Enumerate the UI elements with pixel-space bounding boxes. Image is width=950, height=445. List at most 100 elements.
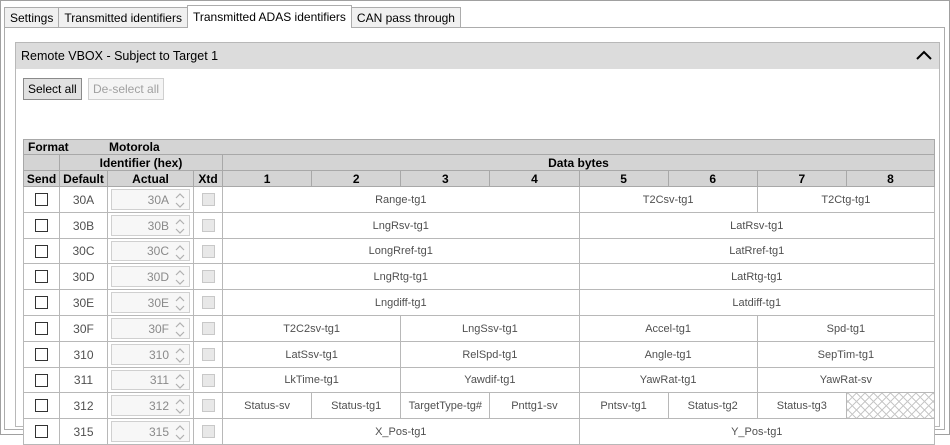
signal-cell[interactable]: Lngdiff-tg1 — [223, 290, 580, 316]
actual-id-cell: 30A — [108, 187, 194, 213]
spinner-arrows-icon[interactable] — [174, 321, 186, 338]
actual-id-spinner[interactable]: 315 — [111, 421, 190, 442]
spinner-arrows-icon[interactable] — [174, 192, 186, 209]
actual-id-spinner[interactable]: 30C — [111, 241, 190, 261]
default-id-cell: 30F — [60, 316, 108, 342]
send-checkbox[interactable] — [35, 425, 48, 438]
actual-id-spinner[interactable]: 30A — [111, 189, 190, 210]
select-all-button[interactable]: Select all — [23, 78, 82, 100]
actual-id-value: 30E — [147, 295, 169, 310]
actual-id-spinner[interactable]: 30E — [111, 292, 190, 313]
signal-cell[interactable]: YawRat-tg1 — [579, 368, 758, 393]
send-checkbox[interactable] — [35, 193, 48, 206]
xtd-checkbox[interactable] — [201, 399, 215, 412]
signal-cell[interactable]: Pntsv-tg1 — [579, 393, 669, 419]
signal-cell[interactable]: T2Csv-tg1 — [579, 187, 758, 213]
actual-id-spinner[interactable]: 30B — [111, 215, 190, 236]
signal-cell[interactable]: LongRref-tg1 — [223, 239, 580, 264]
signal-cell[interactable]: LngRsv-tg1 — [223, 213, 580, 239]
signal-cell[interactable]: SepTim-tg1 — [757, 342, 935, 368]
send-checkbox[interactable] — [35, 322, 48, 335]
xtd-cell — [194, 316, 223, 342]
signal-cell[interactable]: Yawdif-tg1 — [401, 368, 580, 393]
xtd-checkbox[interactable] — [201, 270, 215, 283]
xtd-checkbox[interactable] — [201, 219, 215, 232]
signal-cell[interactable]: Status-tg3 — [757, 393, 847, 419]
send-column-header: Send — [23, 171, 60, 187]
xtd-checkbox[interactable] — [201, 244, 215, 258]
spinner-arrows-icon[interactable] — [174, 347, 186, 364]
xtd-checkbox[interactable] — [201, 348, 215, 361]
spinner-arrows-icon[interactable] — [174, 244, 186, 261]
actual-id-spinner[interactable]: 30D — [111, 266, 190, 287]
signal-cell[interactable]: X_Pos-tg1 — [223, 419, 580, 445]
actual-id-cell: 30D — [108, 264, 194, 290]
signal-cell[interactable]: Status-tg2 — [668, 393, 758, 419]
signal-cell[interactable]: Status-tg1 — [312, 393, 402, 419]
send-cell — [23, 264, 60, 290]
xtd-checkbox[interactable] — [201, 373, 215, 387]
spinner-arrows-icon[interactable] — [174, 424, 186, 441]
signal-cell[interactable]: LatSsv-tg1 — [223, 342, 402, 368]
send-checkbox[interactable] — [35, 270, 48, 283]
byte-column-header-5: 5 — [579, 171, 669, 187]
tab-can-pass-through[interactable]: CAN pass through — [350, 7, 461, 28]
send-cell — [23, 342, 60, 368]
signal-cell[interactable]: LkTime-tg1 — [223, 368, 402, 393]
xtd-checkbox[interactable] — [201, 296, 215, 309]
signal-cell[interactable]: Range-tg1 — [223, 187, 580, 213]
signal-cell[interactable]: TargetType-tg# — [401, 393, 491, 419]
tab-transmitted-adas-identifiers[interactable]: Transmitted ADAS identifiers — [186, 5, 352, 28]
xtd-checkbox[interactable] — [201, 425, 215, 438]
signal-cell[interactable]: Y_Pos-tg1 — [579, 419, 935, 445]
default-id-cell: 30E — [60, 290, 108, 316]
byte-column-header-7: 7 — [757, 171, 847, 187]
send-checkbox[interactable] — [35, 219, 48, 232]
signal-cell[interactable]: Spd-tg1 — [757, 316, 935, 342]
spinner-arrows-icon[interactable] — [174, 295, 186, 312]
xtd-checkbox[interactable] — [201, 193, 215, 206]
send-checkbox[interactable] — [35, 244, 48, 258]
chevron-up-icon[interactable] — [915, 48, 933, 62]
group-header[interactable]: Remote VBOX - Subject to Target 1 — [16, 43, 939, 69]
spinner-arrows-icon[interactable] — [174, 398, 186, 415]
send-checkbox[interactable] — [35, 399, 48, 412]
xtd-checkbox[interactable] — [201, 322, 215, 335]
actual-id-cell: 30B — [108, 213, 194, 239]
byte-column-header-8: 8 — [846, 171, 935, 187]
signal-cell[interactable]: Latdiff-tg1 — [579, 290, 935, 316]
signal-cell[interactable]: T2Ctg-tg1 — [757, 187, 935, 213]
signal-cell[interactable]: YawRat-sv — [757, 368, 935, 393]
signal-cell[interactable]: T2C2sv-tg1 — [223, 316, 402, 342]
actual-id-spinner[interactable]: 310 — [111, 344, 190, 365]
signal-cell[interactable]: LngSsv-tg1 — [401, 316, 580, 342]
send-checkbox[interactable] — [35, 348, 48, 361]
signal-cell[interactable]: LatRsv-tg1 — [579, 213, 935, 239]
spinner-arrows-icon[interactable] — [174, 269, 186, 286]
default-column-header: Default — [60, 171, 108, 187]
signal-cell[interactable]: Status-sv — [223, 393, 313, 419]
tab-strip: Settings Transmitted identifiers Transmitt… — [4, 5, 461, 28]
byte-column-header-6: 6 — [668, 171, 758, 187]
signal-cell[interactable]: LatRref-tg1 — [579, 239, 935, 264]
signal-cell[interactable]: RelSpd-tg1 — [401, 342, 580, 368]
default-id-cell: 30A — [60, 187, 108, 213]
send-checkbox[interactable] — [35, 373, 48, 387]
actual-id-value: 30D — [146, 269, 169, 284]
signal-cell[interactable]: Pnttg1-sv — [490, 393, 580, 419]
deselect-all-button[interactable]: De-select all — [88, 78, 165, 100]
tab-transmitted-identifiers[interactable]: Transmitted identifiers — [58, 7, 188, 28]
signal-cell[interactable]: Accel-tg1 — [579, 316, 758, 342]
tab-settings[interactable]: Settings — [4, 7, 60, 28]
send-checkbox[interactable] — [35, 296, 48, 309]
actual-id-spinner[interactable]: 30F — [111, 318, 190, 339]
actual-id-spinner[interactable]: 312 — [111, 395, 190, 416]
spinner-arrows-icon[interactable] — [174, 373, 186, 390]
spinner-arrows-icon[interactable] — [174, 218, 186, 235]
signal-cell[interactable]: Angle-tg1 — [579, 342, 758, 368]
signal-cell[interactable]: LngRtg-tg1 — [223, 264, 580, 290]
default-id-cell: 310 — [60, 342, 108, 368]
signal-cell[interactable]: LatRtg-tg1 — [579, 264, 935, 290]
byte-column-header-3: 3 — [401, 171, 491, 187]
actual-id-spinner[interactable]: 311 — [111, 370, 190, 390]
